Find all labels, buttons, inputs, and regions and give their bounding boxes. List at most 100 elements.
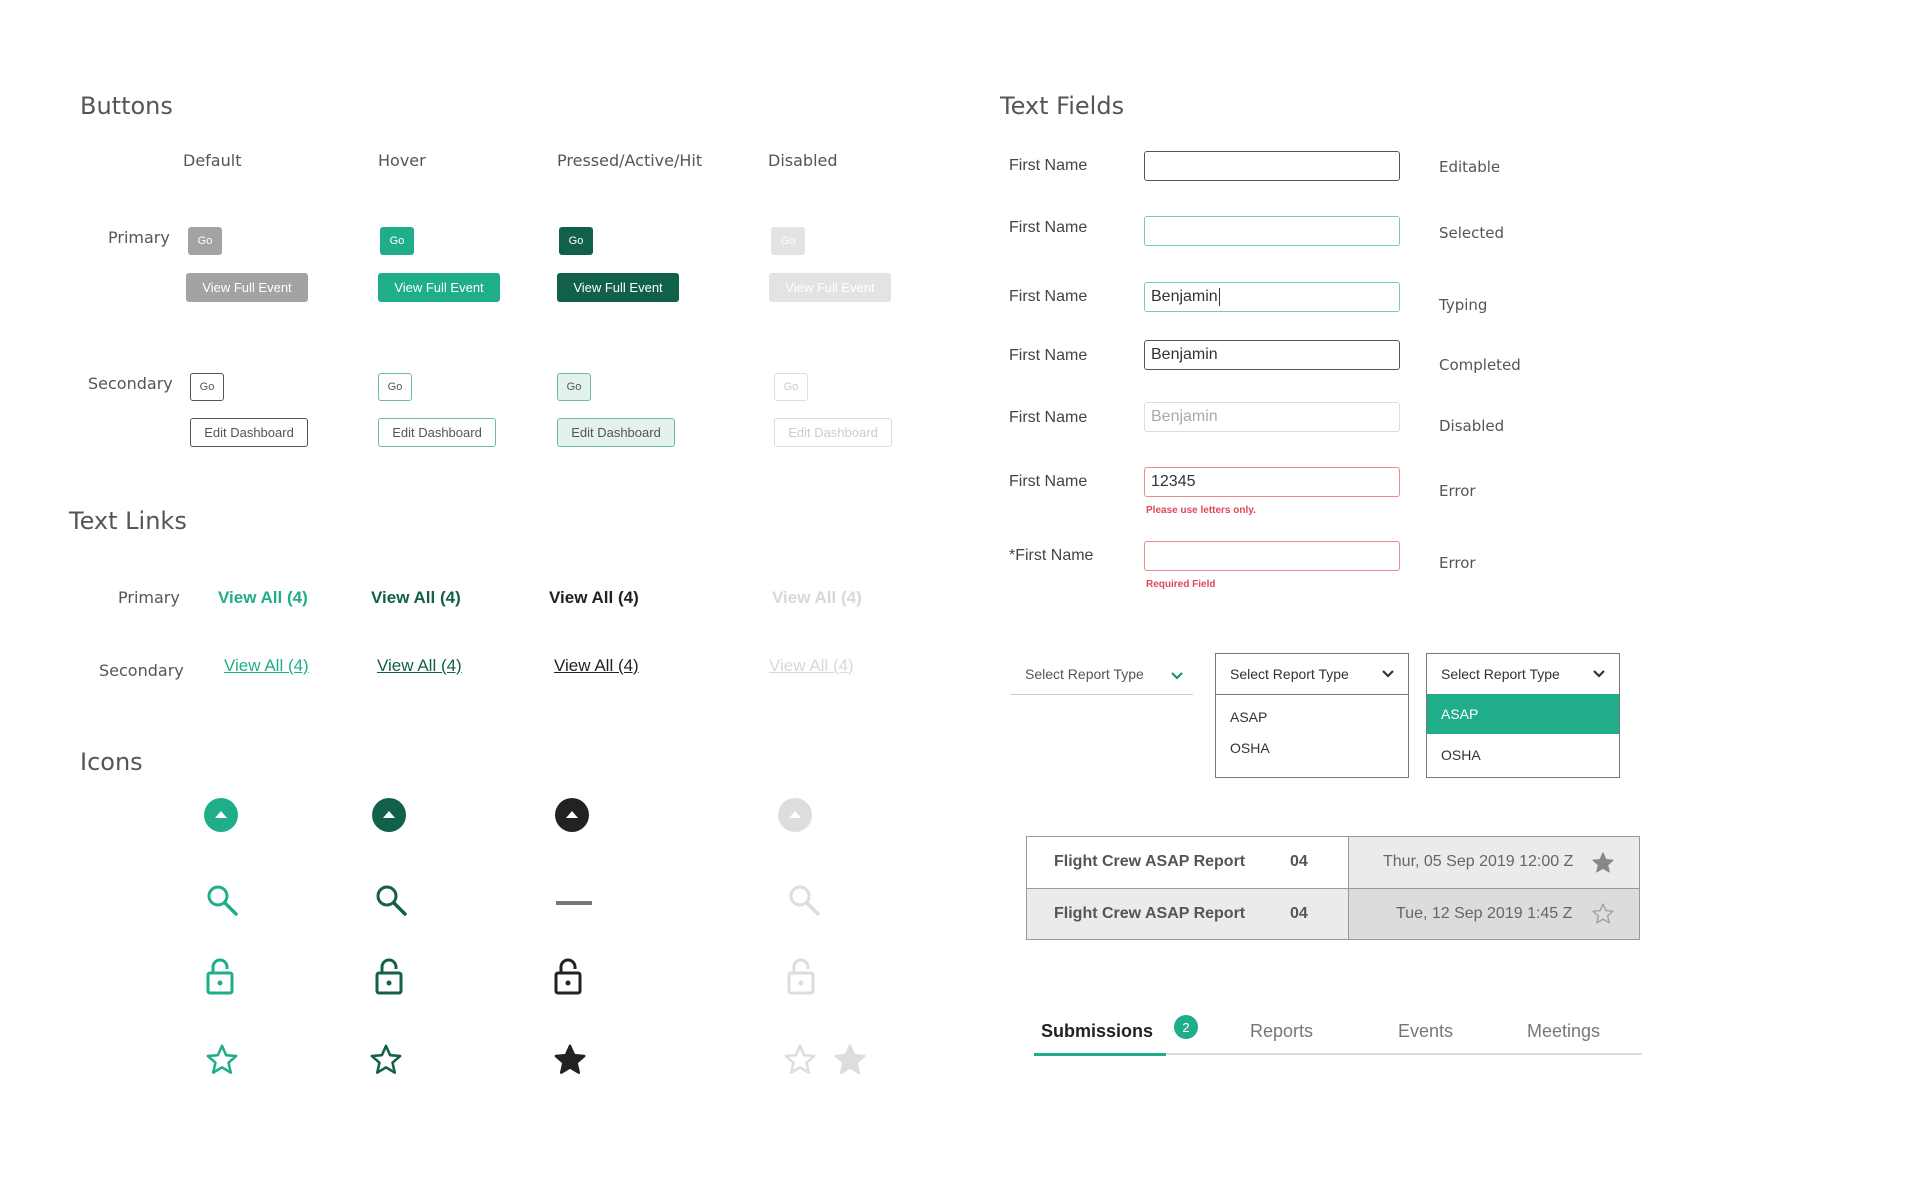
- secondary-link-default[interactable]: View All (4): [224, 656, 309, 676]
- report-date-cell: Thur, 05 Sep 2019 12:00 Z: [1349, 837, 1639, 888]
- chevron-up-circle-icon: [778, 798, 812, 832]
- required-first-name-field-error[interactable]: [1144, 541, 1400, 571]
- dropdown-placeholder: Select Report Type: [1441, 666, 1560, 682]
- search-icon[interactable]: [205, 883, 239, 917]
- report-title: Flight Crew ASAP Report: [1054, 905, 1246, 922]
- chevron-down-icon: [1171, 672, 1183, 680]
- secondary-go-button-disabled: Go: [774, 373, 808, 401]
- column-header-disabled: Disabled: [768, 151, 838, 170]
- chevron-up-circle-icon[interactable]: [203, 797, 239, 833]
- dropdown-header[interactable]: Select Report Type: [1427, 654, 1619, 694]
- field-state-label: Selected: [1439, 224, 1505, 242]
- tab-reports[interactable]: Reports: [1250, 1021, 1313, 1042]
- first-name-field-disabled: Benjamin: [1144, 402, 1400, 432]
- buttons-section-title: Buttons: [80, 92, 173, 120]
- link-row-label-primary: Primary: [118, 588, 180, 607]
- dropdown-option-asap[interactable]: ASAP: [1230, 709, 1267, 725]
- dropdown-header[interactable]: Select Report Type: [1216, 654, 1408, 695]
- first-name-field-error[interactable]: 12345: [1144, 467, 1400, 497]
- secondary-edit-dashboard-button-hover[interactable]: Edit Dashboard: [378, 418, 496, 447]
- secondary-go-button-hover[interactable]: Go: [378, 373, 412, 401]
- secondary-edit-dashboard-button-disabled: Edit Dashboard: [774, 418, 892, 447]
- report-type-dropdown-open[interactable]: Select Report Type ASAP OSHA: [1215, 653, 1409, 778]
- tab-submissions[interactable]: Submissions: [1034, 1005, 1166, 1056]
- report-type-dropdown-highlighted[interactable]: Select Report Type ASAP OSHA: [1426, 653, 1620, 778]
- error-message: Required Field: [1146, 579, 1216, 590]
- star-icon[interactable]: [369, 1043, 403, 1077]
- field-state-label: Error: [1439, 482, 1476, 500]
- report-table: Flight Crew ASAP Report 04 Thur, 05 Sep …: [1026, 836, 1640, 940]
- field-state-label: Editable: [1439, 158, 1501, 176]
- primary-link-pressed[interactable]: View All (4): [549, 588, 639, 608]
- chevron-down-icon: [1382, 670, 1394, 678]
- primary-go-button-default[interactable]: Go: [188, 227, 222, 255]
- first-name-field-selected[interactable]: [1144, 216, 1400, 246]
- field-state-label: Typing: [1439, 296, 1488, 314]
- report-count: 04: [1290, 905, 1308, 922]
- secondary-go-button-default[interactable]: Go: [190, 373, 224, 401]
- lock-icon[interactable]: [206, 957, 234, 995]
- search-icon[interactable]: [374, 883, 408, 917]
- first-name-field-typing[interactable]: Benjamin: [1144, 282, 1400, 312]
- lock-icon[interactable]: [554, 957, 582, 995]
- first-name-label: First Name: [1009, 157, 1088, 174]
- report-type-dropdown-closed[interactable]: Select Report Type: [1010, 656, 1193, 695]
- lock-icon[interactable]: [375, 957, 403, 995]
- primary-go-button-hover[interactable]: Go: [380, 227, 414, 255]
- primary-go-button-disabled: Go: [771, 227, 805, 255]
- primary-view-full-event-button-default[interactable]: View Full Event: [186, 273, 308, 302]
- text-fields-section-title: Text Fields: [1000, 92, 1125, 120]
- tab-bar: Submissions 2 Reports Events Meetings: [1034, 1005, 1642, 1056]
- icons-section-title: Icons: [80, 748, 143, 776]
- tab-badge: 2: [1174, 1015, 1198, 1039]
- field-state-label: Disabled: [1439, 417, 1505, 435]
- table-row[interactable]: Flight Crew ASAP Report 04: [1027, 888, 1349, 939]
- dropdown-option-osha[interactable]: OSHA: [1230, 740, 1270, 756]
- dropdown-option-asap-highlighted[interactable]: ASAP: [1427, 694, 1619, 734]
- tab-label: Submissions: [1041, 1021, 1154, 1041]
- dropdown-option-osha[interactable]: OSHA: [1441, 747, 1481, 763]
- column-header-default: Default: [183, 151, 242, 170]
- tab-events[interactable]: Events: [1398, 1021, 1453, 1042]
- column-header-hover: Hover: [378, 151, 426, 170]
- tab-meetings[interactable]: Meetings: [1527, 1021, 1600, 1042]
- chevron-down-icon: [1593, 670, 1605, 678]
- star-icon: [784, 1044, 816, 1074]
- star-filled-icon[interactable]: [1591, 851, 1615, 875]
- table-row[interactable]: Flight Crew ASAP Report 04: [1027, 837, 1349, 888]
- first-name-label: First Name: [1009, 409, 1088, 426]
- chevron-up-circle-icon[interactable]: [554, 797, 590, 833]
- chevron-up-circle-icon[interactable]: [371, 797, 407, 833]
- secondary-edit-dashboard-button-pressed[interactable]: Edit Dashboard: [557, 418, 675, 447]
- primary-go-button-pressed[interactable]: Go: [559, 227, 593, 255]
- primary-view-full-event-button-hover[interactable]: View Full Event: [378, 273, 500, 302]
- button-row-label-secondary: Secondary: [88, 374, 173, 393]
- dropdown-option-label: ASAP: [1441, 706, 1479, 722]
- primary-link-hover[interactable]: View All (4): [371, 588, 461, 608]
- star-icon[interactable]: [553, 1043, 587, 1077]
- minus-icon[interactable]: [555, 898, 593, 908]
- star-icon[interactable]: [1591, 902, 1615, 926]
- first-name-label: First Name: [1009, 473, 1088, 490]
- primary-link-default[interactable]: View All (4): [218, 588, 308, 608]
- field-state-label: Error: [1439, 554, 1476, 572]
- first-name-field-editable[interactable]: [1144, 151, 1400, 181]
- secondary-link-hover[interactable]: View All (4): [377, 656, 462, 676]
- text-caret: [1218, 287, 1220, 306]
- star-icon[interactable]: [205, 1043, 239, 1077]
- report-title: Flight Crew ASAP Report: [1054, 853, 1246, 870]
- first-name-field-completed[interactable]: Benjamin: [1144, 340, 1400, 370]
- text-links-section-title: Text Links: [69, 507, 187, 535]
- dropdown-placeholder: Select Report Type: [1230, 666, 1349, 682]
- secondary-link-disabled: View All (4): [769, 656, 854, 675]
- report-count: 04: [1290, 853, 1308, 870]
- report-date: Thur, 05 Sep 2019 12:00 Z: [1383, 853, 1574, 870]
- lock-icon: [787, 958, 815, 995]
- report-date-cell: Tue, 12 Sep 2019 1:45 Z: [1349, 888, 1639, 939]
- primary-view-full-event-button-pressed[interactable]: View Full Event: [557, 273, 679, 302]
- secondary-edit-dashboard-button-default[interactable]: Edit Dashboard: [190, 418, 308, 447]
- star-filled-icon: [834, 1044, 866, 1074]
- secondary-go-button-pressed[interactable]: Go: [557, 373, 591, 401]
- first-name-field-value: Benjamin: [1151, 288, 1218, 305]
- secondary-link-pressed[interactable]: View All (4): [554, 656, 639, 676]
